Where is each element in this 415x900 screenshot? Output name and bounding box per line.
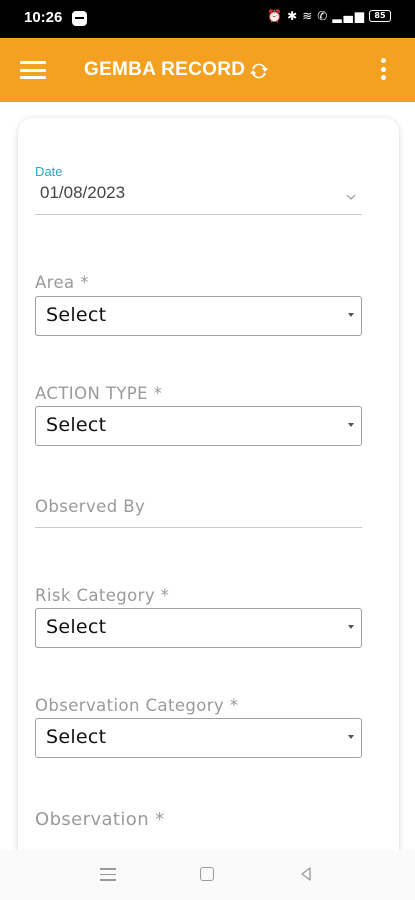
risk-category-select-value: Select <box>46 616 107 638</box>
wifi-icon: ≋ <box>302 9 315 23</box>
dropdown-arrow-icon <box>348 423 354 427</box>
bluetooth-icon: ✱ <box>287 9 300 23</box>
dropdown-arrow-icon <box>348 313 354 317</box>
signal-icon: ▂▄▆ <box>332 9 366 23</box>
observation-category-select[interactable]: Select <box>35 718 362 758</box>
area-select[interactable]: Select <box>35 296 362 336</box>
page-title: GEMBA RECORD <box>84 59 246 80</box>
menu-icon[interactable] <box>20 61 46 79</box>
action-type-select[interactable]: Select <box>35 406 362 446</box>
risk-category-label: Risk Category * <box>35 586 170 605</box>
date-field[interactable]: 01/08/2023 <box>40 183 125 203</box>
observation-category-label: Observation Category * <box>35 696 239 715</box>
call-icon: ✆ <box>317 9 330 23</box>
alarm-icon: ⏰ <box>267 9 285 23</box>
recents-icon[interactable] <box>100 868 116 881</box>
date-label: Date <box>35 164 63 179</box>
more-options-icon[interactable] <box>379 58 387 82</box>
action-type-label: ACTION TYPE * <box>35 384 163 403</box>
battery-icon: 85 <box>369 10 391 22</box>
action-type-select-value: Select <box>46 414 107 436</box>
dropdown-arrow-icon <box>348 625 354 629</box>
area-select-value: Select <box>46 304 107 326</box>
area-label: Area * <box>35 273 89 292</box>
risk-category-select[interactable]: Select <box>35 608 362 648</box>
dropdown-arrow-icon <box>348 735 354 739</box>
notification-icon <box>72 11 87 26</box>
date-underline <box>35 214 362 215</box>
observed-by-input[interactable]: Observed By <box>35 497 145 516</box>
status-icons: ⏰ ✱ ≋ ✆ ▂▄▆ 85 <box>267 9 391 23</box>
app-bar: GEMBA RECORD <box>0 38 415 102</box>
home-icon[interactable] <box>200 867 214 881</box>
chevron-down-icon[interactable] <box>346 192 356 202</box>
system-nav-bar <box>0 850 415 900</box>
observation-category-select-value: Select <box>46 726 107 748</box>
back-icon[interactable] <box>298 866 314 882</box>
observed-by-underline <box>35 527 362 528</box>
refresh-icon[interactable] <box>248 60 270 82</box>
status-time: 10:26 <box>24 9 63 26</box>
status-bar: 10:26 ⏰ ✱ ≋ ✆ ▂▄▆ 85 <box>0 0 415 38</box>
observation-input[interactable]: Observation * <box>35 809 165 830</box>
